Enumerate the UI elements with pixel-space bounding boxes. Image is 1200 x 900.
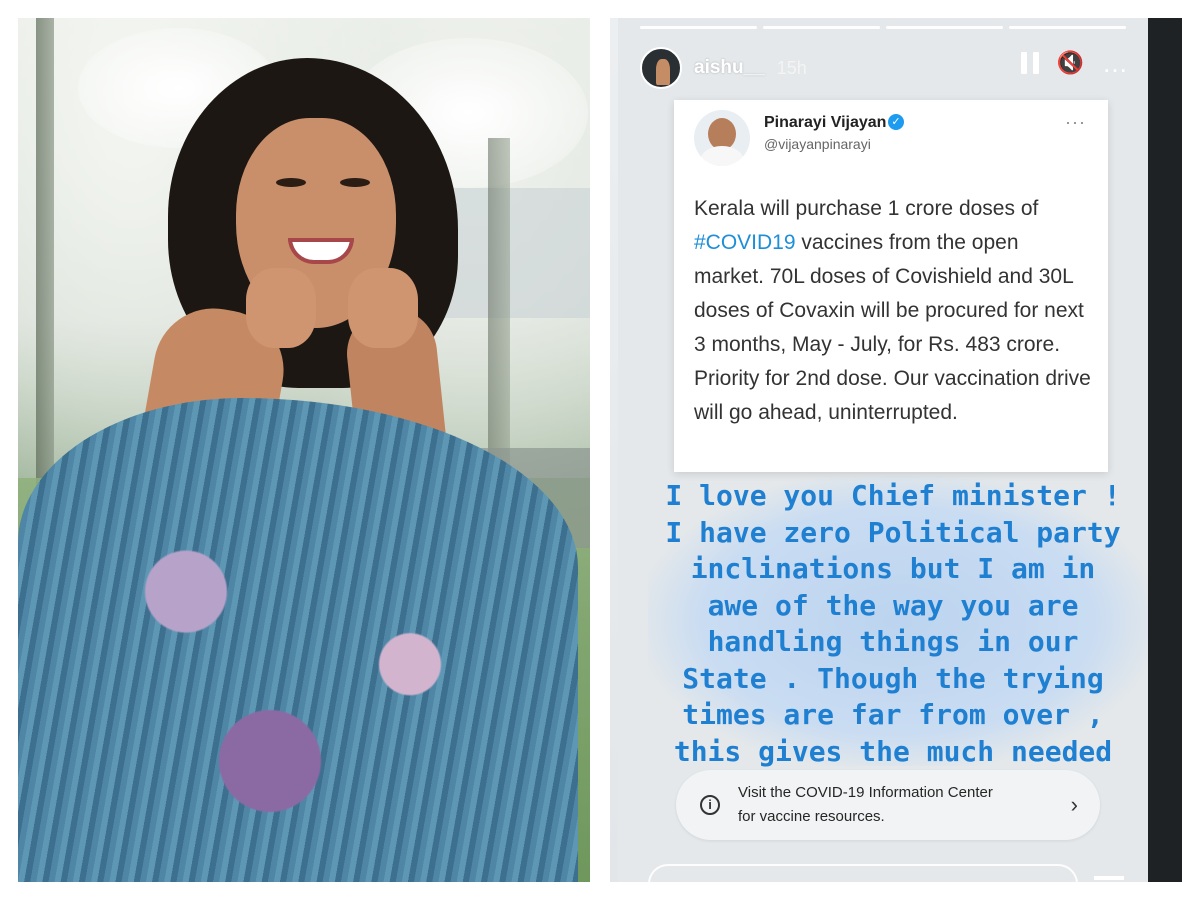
story-progress-bars <box>640 26 1126 29</box>
story-content: aishu__ 15h 🔇 … Pinarayi Vijayan ✓ @vija… <box>618 18 1148 882</box>
avatar[interactable] <box>640 47 682 89</box>
covid-info-center-link[interactable]: i Visit the COVID-19 Information Center … <box>676 770 1100 840</box>
person-eye <box>340 178 370 187</box>
chevron-right-icon: › <box>1070 792 1078 817</box>
speaker-mute-icon[interactable]: 🔇 <box>1057 52 1084 74</box>
person-hand <box>246 268 316 348</box>
pause-icon[interactable] <box>1020 52 1039 74</box>
reply-input[interactable] <box>648 864 1078 882</box>
send-icon[interactable] <box>1094 876 1124 880</box>
tweet-text-part: vaccines from the open market. 70L doses… <box>694 231 1091 424</box>
tweet-text: Kerala will purchase 1 crore doses of #C… <box>694 192 1094 430</box>
next-story-edge[interactable] <box>1148 18 1182 882</box>
header-controls: 🔇 … <box>1020 50 1130 76</box>
instagram-story: aishu__ 15h 🔇 … Pinarayi Vijayan ✓ @vija… <box>610 18 1182 882</box>
more-options-icon[interactable]: … <box>1102 50 1130 76</box>
person-eye <box>276 178 306 187</box>
embedded-tweet: Pinarayi Vijayan ✓ @vijayanpinarayi ··· … <box>674 100 1108 472</box>
person-hand <box>348 268 418 348</box>
progress-segment <box>886 26 1003 29</box>
post-time: 15h <box>776 57 807 78</box>
progress-segment <box>1009 26 1126 29</box>
tweet-hashtag: #COVID19 <box>694 231 796 254</box>
tweet-author-handle: @vijayanpinarayi <box>764 136 871 152</box>
story-caption: I love you Chief minister ! I have zero … <box>665 479 1121 804</box>
username[interactable]: aishu__ <box>694 57 765 79</box>
tweet-more-icon: ··· <box>1065 112 1086 132</box>
floral-dress <box>18 398 578 882</box>
tweet-avatar <box>694 110 750 166</box>
info-line: Visit the COVID-19 Information Center <box>738 784 993 801</box>
info-center-text: Visit the COVID-19 Information Center fo… <box>738 781 993 829</box>
info-icon: i <box>700 795 720 815</box>
story-header: aishu__ 15h 🔇 … <box>640 46 1150 90</box>
tweet-author-name: Pinarayi Vijayan <box>764 114 887 131</box>
info-line: for vaccine resources. <box>738 808 885 825</box>
portrait-photo <box>18 18 590 882</box>
verified-badge-icon: ✓ <box>888 114 904 130</box>
progress-segment <box>640 26 757 29</box>
tweet-text-part: Kerala will purchase 1 crore doses of <box>694 197 1039 220</box>
progress-segment <box>763 26 880 29</box>
